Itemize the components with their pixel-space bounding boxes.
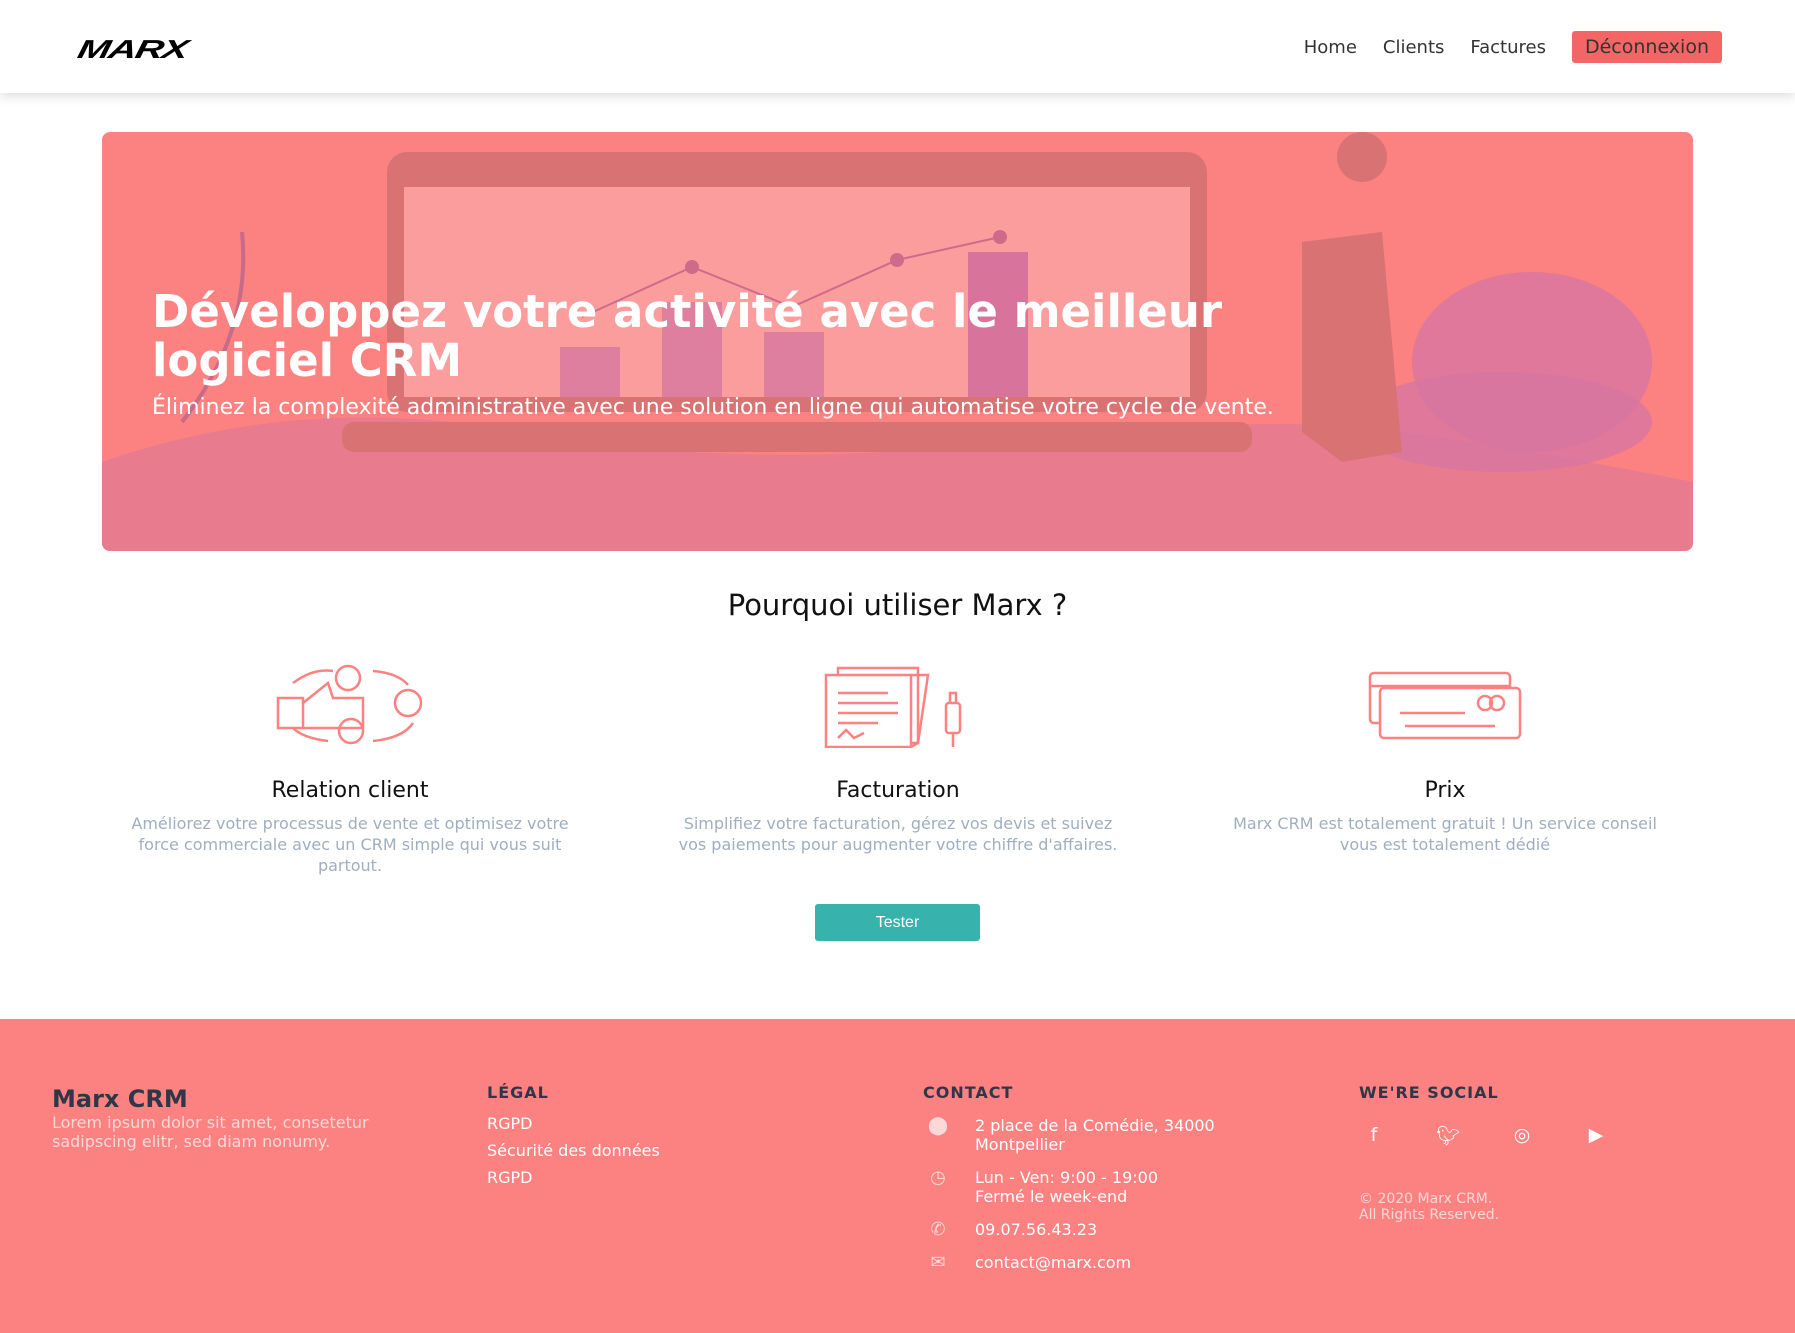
clock-icon: ◷	[930, 1167, 946, 1188]
nav-factures[interactable]: Factures	[1470, 37, 1546, 58]
youtube-icon[interactable]: ▶	[1581, 1124, 1611, 1147]
feature-text: Marx CRM est totalement gratuit ! Un ser…	[1233, 814, 1657, 854]
hours-weekend: Fermé le week-end	[975, 1187, 1128, 1206]
address: 2 place de la Comédie, 34000 Montpellier	[975, 1116, 1215, 1154]
hero-title: Développez votre activité avec le meille…	[152, 285, 1223, 387]
footer: Marx CRM Lorem ipsum dolor sit amet, con…	[0, 1019, 1795, 1333]
copyright: © 2020 Marx CRM.	[1359, 1191, 1493, 1207]
mail-icon: ✉	[930, 1252, 946, 1273]
logout-button[interactable]: Déconnexion	[1571, 31, 1722, 63]
link-securite[interactable]: Sécurité des données	[487, 1141, 660, 1160]
feature-text: Améliorez votre processus de vente et op…	[131, 814, 569, 875]
credit-card-icon	[1215, 660, 1675, 750]
feature-title: Relation client	[271, 778, 429, 803]
feature-facturation: Facturation Simplifiez votre facturation…	[668, 660, 1128, 855]
feature-title: Prix	[1424, 778, 1466, 803]
link-rgpd[interactable]: RGPD	[487, 1114, 660, 1133]
feature-prix: Prix Marx CRM est totalement gratuit ! U…	[1215, 660, 1675, 855]
footer-description: Lorem ipsum dolor sit amet, consetetur s…	[52, 1113, 369, 1151]
nav-home[interactable]: Home	[1304, 37, 1357, 58]
customer-relation-icon	[120, 660, 580, 750]
link-rgpd-2[interactable]: RGPD	[487, 1168, 660, 1187]
logo[interactable]: MARX	[75, 34, 190, 65]
feature-text: Simplifiez votre facturation, gérez vos …	[678, 814, 1118, 854]
hero-subtitle: Éliminez la complexité administrative av…	[152, 395, 1274, 420]
social-heading: WE'RE SOCIAL	[1359, 1083, 1499, 1102]
legal-heading: LÉGAL	[487, 1083, 549, 1102]
facebook-icon[interactable]: f	[1359, 1124, 1389, 1147]
hero-banner: Développez votre activité avec le meille…	[102, 132, 1693, 551]
navbar: MARX Home Clients Factures Déconnexion	[0, 0, 1795, 93]
instagram-icon[interactable]: ◎	[1507, 1124, 1537, 1147]
contact-heading: CONTACT	[923, 1083, 1014, 1102]
nav-clients[interactable]: Clients	[1383, 37, 1445, 58]
rights: All Rights Reserved.	[1359, 1207, 1500, 1223]
email-link[interactable]: contact@marx.com	[975, 1253, 1131, 1272]
feature-relation-client: Relation client Améliorez votre processu…	[120, 660, 580, 876]
phone-icon: ✆	[930, 1219, 946, 1240]
footer-brand: Marx CRM	[52, 1085, 188, 1113]
twitter-icon[interactable]: 🐦︎	[1433, 1124, 1463, 1147]
tester-button[interactable]: Tester	[815, 904, 980, 941]
invoice-icon	[668, 660, 1128, 750]
hours: Lun - Ven: 9:00 - 19:00	[975, 1168, 1159, 1187]
location-pin-icon: ⬤	[927, 1115, 949, 1136]
phone: 09.07.56.43.23	[975, 1220, 1098, 1239]
why-title: Pourquoi utiliser Marx ?	[727, 588, 1068, 622]
feature-title: Facturation	[836, 778, 960, 803]
